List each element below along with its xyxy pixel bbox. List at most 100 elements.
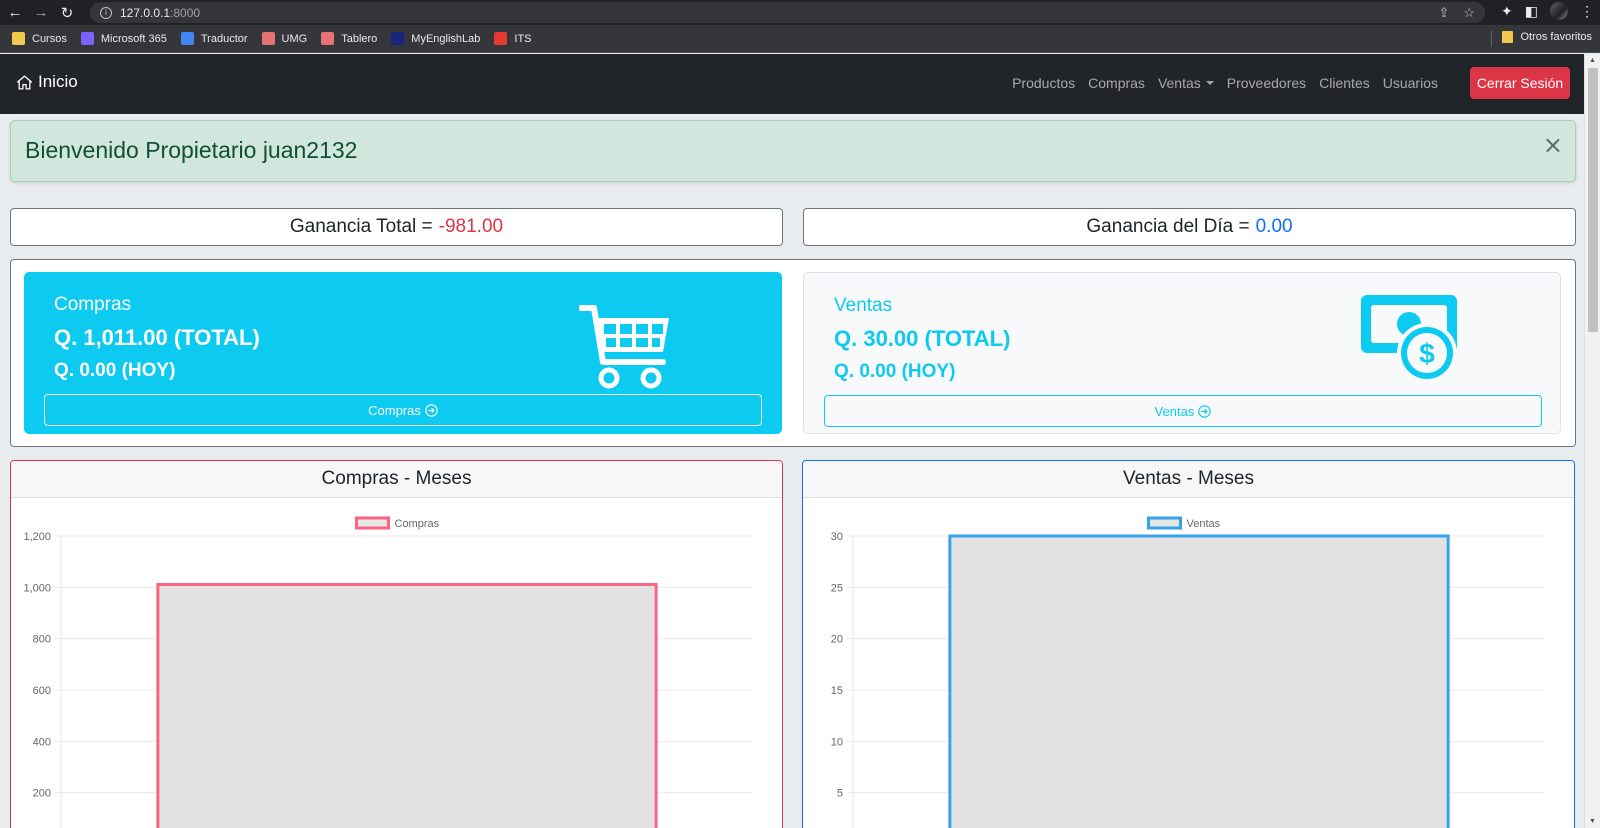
bookmark-favicon-icon	[391, 32, 405, 45]
ganancia-dia-box: Ganancia del Día = 0.00	[803, 208, 1576, 246]
bookmark-item[interactable]: Cursos	[12, 32, 67, 45]
ventas-button-label: Ventas	[1154, 403, 1195, 419]
ganancia-total-box: Ganancia Total = -981.00	[10, 208, 783, 246]
brand-link[interactable]: Inicio	[16, 72, 78, 92]
y-tick-label: 20	[831, 634, 843, 646]
other-bookmarks-label: Otros favoritos	[1520, 31, 1592, 43]
arrow-right-circle-icon	[1198, 404, 1212, 418]
bookmarks-bar: Cursos Microsoft 365 Traductor UMG Tablero My…	[0, 25, 1600, 53]
forward-arrow-icon[interactable]: →	[30, 2, 52, 24]
bar[interactable]	[948, 534, 1450, 828]
welcome-message: Bienvenido Propietario juan2132	[25, 137, 358, 163]
legend-swatch	[1147, 516, 1182, 530]
bookmark-favicon-icon	[494, 32, 508, 45]
nav-proveedores[interactable]: Proveedores	[1227, 75, 1306, 91]
bookmark-label: Traductor	[200, 32, 248, 45]
bookmark-label: UMG	[281, 32, 308, 45]
navbar: Inicio Productos Compras Ventas Proveedo…	[0, 54, 1584, 114]
ganancia-total-value: -981.00	[438, 216, 504, 237]
bookmarks-divider	[1491, 31, 1492, 47]
back-arrow-icon[interactable]: ←	[4, 2, 26, 24]
page-scrollbar[interactable]: ▲ ▼	[1584, 54, 1600, 828]
bookmark-item[interactable]: ITS	[494, 32, 532, 45]
bookmark-favicon-icon	[261, 32, 275, 45]
bookmark-favicon-icon	[80, 32, 94, 45]
url-text: 127.0.0.1:8000	[120, 5, 201, 20]
reload-icon[interactable]: ↻	[56, 2, 78, 24]
legend[interactable]: Ventas	[1147, 516, 1221, 530]
bookmark-item[interactable]: MyEnglishLab	[391, 32, 480, 45]
bookmark-favicon-icon	[180, 32, 194, 45]
site-info-icon[interactable]: i	[100, 6, 112, 19]
legend-label: Ventas	[1187, 518, 1221, 530]
compras-chart-title: Compras - Meses	[11, 461, 782, 498]
welcome-alert: Bienvenido Propietario juan2132 ×	[10, 120, 1576, 182]
bar[interactable]	[156, 583, 658, 828]
nav-productos[interactable]: Productos	[1012, 75, 1075, 91]
y-tick-label: 15	[831, 685, 843, 697]
compras-chart-card: Compras - Meses Compras 200 400 600 800 1,000…	[10, 460, 783, 828]
nav-compras[interactable]: Compras	[1088, 75, 1145, 91]
nav-usuarios[interactable]: Usuarios	[1383, 75, 1438, 91]
y-tick-label: 1,000	[23, 582, 51, 594]
side-panel-icon[interactable]: ◧	[1525, 3, 1538, 20]
bookmark-label: MyEnglishLab	[411, 32, 481, 45]
logout-button[interactable]: Cerrar Sesión	[1470, 67, 1570, 99]
ventas-chart: Ventas 5 10 15 20 25 30	[831, 516, 1545, 828]
scrollbar-thumb[interactable]	[1588, 68, 1598, 332]
brand-label: Inicio	[38, 72, 78, 91]
compras-today: Q. 0.00 (HOY)	[54, 360, 176, 381]
ganancia-dia-label: Ganancia del Día =	[1086, 216, 1250, 237]
bookmark-item[interactable]: Tablero	[321, 32, 377, 45]
bookmark-label: Microsoft 365	[100, 32, 167, 45]
bookmark-item[interactable]: UMG	[261, 32, 308, 45]
nav-ventas-dropdown[interactable]: Ventas	[1158, 75, 1214, 91]
bookmark-item[interactable]: Traductor	[180, 32, 248, 45]
ventas-button[interactable]: Ventas	[824, 395, 1542, 427]
nav-links: Productos Compras Ventas Proveedores Cli…	[1012, 75, 1438, 91]
caret-down-icon	[1205, 81, 1214, 85]
legend[interactable]: Compras	[355, 516, 440, 530]
close-icon[interactable]: ×	[1543, 131, 1563, 159]
y-tick-label: 30	[831, 531, 843, 543]
ventas-card: Ventas Q. 30.00 (TOTAL) Q. 0.00 (HOY) $ …	[803, 272, 1561, 434]
nav-ventas-label: Ventas	[1157, 75, 1201, 91]
share-icon[interactable]: ⇪	[1438, 5, 1449, 21]
nav-clientes[interactable]: Clientes	[1319, 75, 1370, 91]
bookmark-label: Cursos	[32, 32, 67, 45]
shopping-cart-icon	[579, 305, 669, 389]
compras-chart: Compras 200 400 600 800 1,000 1,200	[23, 516, 753, 828]
ganancia-total-label: Ganancia Total =	[289, 216, 433, 237]
profile-avatar[interactable]	[1550, 2, 1568, 20]
compras-button[interactable]: Compras	[44, 394, 762, 426]
y-tick-label: 1,200	[23, 531, 51, 543]
ventas-today: Q. 0.00 (HOY)	[834, 361, 956, 382]
arrow-right-circle-icon	[425, 403, 438, 417]
summary-section: Compras Q. 1,011.00 (TOTAL) Q. 0.00 (HOY…	[10, 259, 1576, 447]
extensions-icon[interactable]: ✦	[1501, 3, 1513, 20]
other-bookmarks-folder[interactable]: Otros favoritos	[1502, 31, 1592, 43]
bookmark-favicon-icon	[321, 32, 335, 45]
page-viewport: Inicio Productos Compras Ventas Proveedo…	[0, 54, 1584, 828]
house-icon	[16, 74, 33, 90]
bookmark-star-icon[interactable]: ☆	[1463, 5, 1475, 21]
bookmark-item[interactable]: Microsoft 365	[80, 32, 167, 45]
bookmark-favicon-icon	[12, 32, 25, 45]
scroll-up-icon[interactable]: ▲	[1589, 57, 1596, 64]
address-bar[interactable]: i 127.0.0.1:8000 ⇪ ☆	[90, 2, 1485, 23]
y-tick-label: 400	[33, 736, 51, 748]
compras-title: Compras	[54, 294, 132, 315]
scroll-down-icon[interactable]: ▼	[1589, 818, 1596, 825]
menu-kebab-icon[interactable]: ⋮	[1580, 3, 1594, 20]
svg-text:$: $	[1419, 338, 1435, 369]
y-tick-label: 25	[831, 582, 843, 594]
ganancia-dia-value: 0.00	[1255, 216, 1293, 237]
bookmark-label: Tablero	[341, 32, 378, 45]
compras-total: Q. 1,011.00 (TOTAL)	[54, 325, 260, 350]
compras-card: Compras Q. 1,011.00 (TOTAL) Q. 0.00 (HOY…	[24, 272, 782, 434]
bookmark-label: ITS	[514, 32, 532, 45]
y-tick-label: 800	[33, 634, 51, 646]
ventas-chart-card: Ventas - Meses Ventas 5 10 15 20 25 30	[802, 460, 1575, 828]
y-tick-label: 10	[831, 736, 843, 748]
money-icon: $	[1361, 295, 1457, 383]
